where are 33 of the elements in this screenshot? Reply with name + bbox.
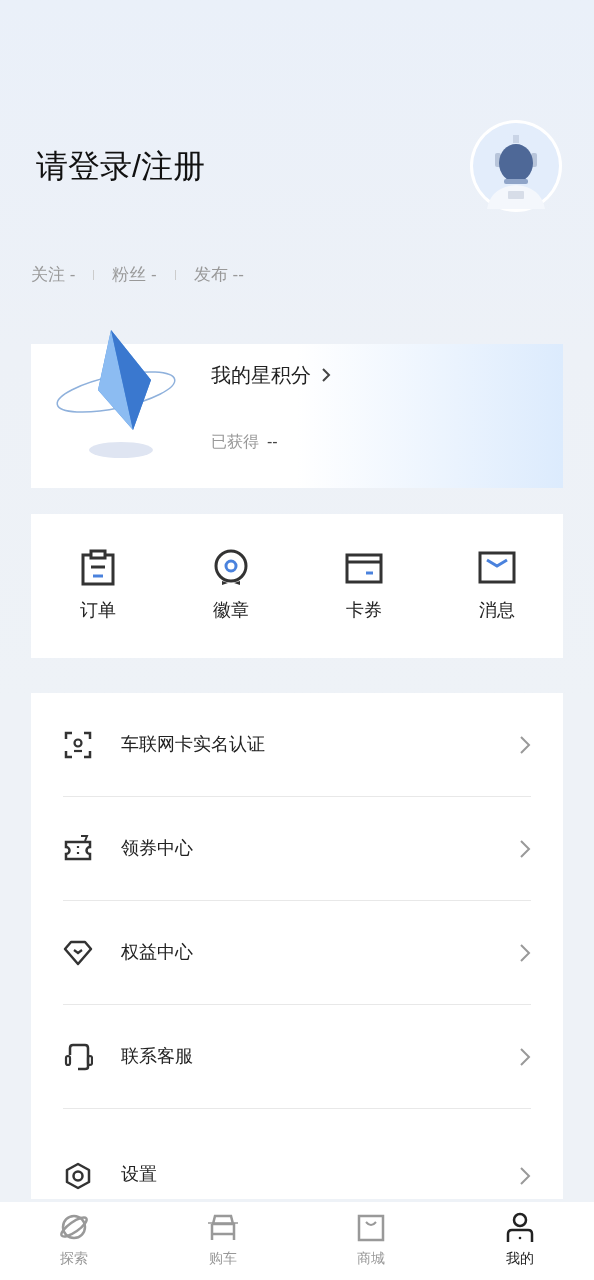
- chevron-right-icon: [519, 1166, 531, 1186]
- earned-label: 已获得: [211, 432, 259, 452]
- chevron-right-icon: [519, 942, 531, 963]
- tab-label: 我的: [505, 1249, 534, 1268]
- tab-label: 商城: [357, 1249, 386, 1268]
- points-card-background[interactable]: [31, 344, 563, 488]
- tab-label: 探索: [60, 1249, 89, 1268]
- tab-label: 购车: [208, 1249, 237, 1268]
- earned-value: --: [267, 432, 278, 452]
- menu-label: 设置: [121, 1163, 158, 1186]
- menu-item[interactable]: 联系客服: [63, 1005, 531, 1109]
- chevron-right-icon: [321, 367, 331, 383]
- menu-label: 权益中心: [121, 941, 194, 964]
- login-title[interactable]: 请登录/注册: [36, 142, 205, 190]
- menu-item[interactable]: 设置: [63, 1109, 531, 1199]
- menu-label: 联系客服: [121, 1045, 194, 1068]
- menu-item[interactable]: 领券中心: [63, 797, 531, 901]
- menu-item[interactable]: 车联网卡实名认证: [63, 693, 531, 797]
- shortcut-label[interactable]: 消息: [478, 596, 515, 624]
- chevron-right-icon: [519, 1046, 531, 1067]
- headset-icon: [63, 1041, 93, 1072]
- points-title[interactable]: 我的星积分: [211, 360, 311, 390]
- shortcut-label[interactable]: 卡券: [345, 596, 382, 624]
- scan-frame-icon: [63, 729, 93, 760]
- settings-icon: [63, 1161, 93, 1191]
- shortcut-label[interactable]: 徽章: [212, 596, 249, 624]
- menu-label: 车联网卡实名认证: [121, 733, 266, 756]
- menu-label: 领券中心: [121, 837, 194, 860]
- chevron-right-icon: [519, 838, 531, 859]
- shortcut-label[interactable]: 订单: [79, 596, 116, 624]
- menu-item[interactable]: 权益中心: [63, 901, 531, 1005]
- tab-item[interactable]: 我的: [445, 1202, 594, 1280]
- chevron-right-icon: [519, 734, 531, 755]
